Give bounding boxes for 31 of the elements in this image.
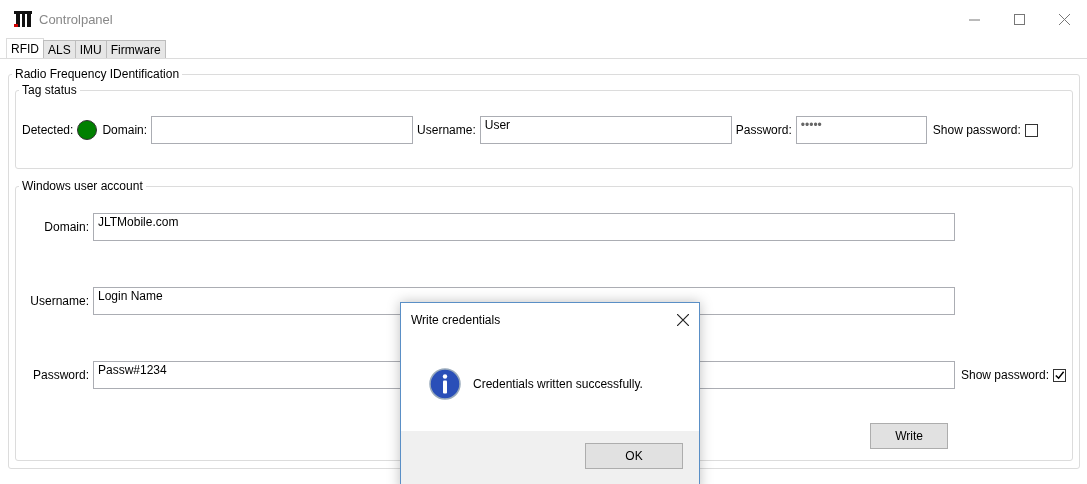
group-title: Windows user account: [22, 179, 143, 193]
field-label: Password:: [735, 123, 792, 137]
field-label: Username:: [417, 123, 476, 137]
write-button[interactable]: Write: [870, 423, 949, 449]
field-label: Domain:: [102, 123, 148, 137]
group-title: Radio Frequency IDentification: [15, 67, 180, 81]
info-icon: [429, 368, 461, 400]
close-icon[interactable]: [677, 314, 689, 326]
field-label: Password:: [31, 368, 89, 382]
tab[interactable]: RFID: [6, 38, 44, 58]
maximize-icon[interactable]: [1014, 13, 1025, 25]
group-title: Tag status: [22, 83, 77, 97]
field-label: Username:: [29, 294, 89, 308]
input-field[interactable]: [151, 116, 414, 144]
field-label: Show password:: [932, 123, 1021, 137]
ok-button[interactable]: OK: [585, 443, 683, 469]
field-label: Detected:: [22, 123, 74, 137]
dialog-title: Write credentials: [411, 313, 501, 327]
tab[interactable]: ALS: [43, 40, 76, 58]
input-field[interactable]: JLTMobile.com: [93, 213, 955, 241]
checkbox[interactable]: [1053, 368, 1067, 382]
input-field[interactable]: User: [479, 116, 732, 144]
password-field[interactable]: •••••: [795, 116, 927, 144]
tab[interactable]: IMU: [74, 40, 107, 58]
dialog-message: Credentials written successfully.: [473, 377, 643, 391]
logo-icon: [14, 11, 32, 27]
checkbox[interactable]: [1024, 123, 1038, 137]
tab[interactable]: Firmware: [105, 40, 166, 58]
field-label: Show password:: [961, 368, 1050, 382]
window-title: Controlpanel: [39, 11, 113, 27]
field-label: Domain:: [43, 220, 89, 234]
